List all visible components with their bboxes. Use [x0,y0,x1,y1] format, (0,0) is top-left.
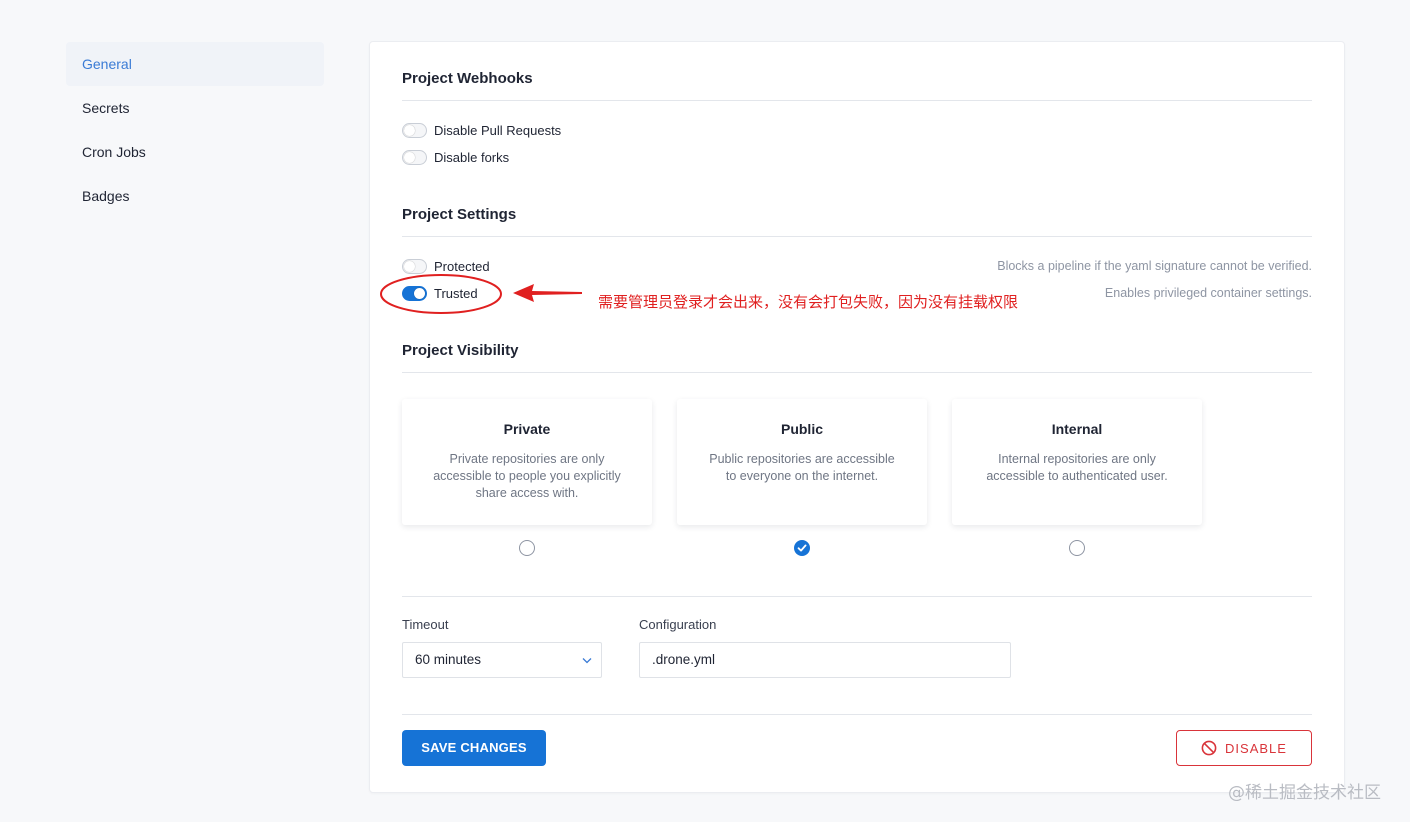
divider [402,100,1312,101]
visibility-public-radio[interactable] [794,540,810,556]
timeout-value: 60 minutes [415,652,482,667]
settings-section-title: Project Settings [402,206,517,223]
disable-button[interactable]: DISABLE [1176,730,1312,766]
disable-forks-toggle[interactable] [402,149,427,165]
check-icon [797,544,807,552]
configuration-input[interactable]: .drone.yml [639,642,1011,678]
disable-forks-row[interactable]: Disable forks [402,148,509,166]
sidebar-item-general[interactable]: General [66,42,324,86]
visibility-internal-radio[interactable] [1069,540,1085,556]
configuration-label: Configuration [639,617,717,632]
visibility-private-description: Private repositories are only accessible… [433,452,621,500]
sidebar-item-cron-jobs[interactable]: Cron Jobs [66,130,324,174]
divider [402,714,1312,715]
settings-card: Project Webhooks Disable Pull Requests D… [369,41,1345,793]
timeout-label: Timeout [402,617,449,632]
visibility-card-private[interactable]: Private Private repositories are only ac… [402,399,652,525]
protected-hint: Blocks a pipeline if the yaml signature … [997,259,1312,273]
timeout-select[interactable]: 60 minutes [402,642,602,678]
disable-button-label: DISABLE [1225,740,1287,756]
divider [402,236,1312,237]
protected-label: Protected [434,258,490,274]
disable-pull-requests-toggle[interactable] [402,122,427,138]
visibility-internal-title: Internal [1051,421,1103,437]
settings-sidebar: General Secrets Cron Jobs Badges [66,42,324,218]
visibility-public-description: Public repositories are accessible to ev… [709,452,895,483]
watermark: @稀土掘金技术社区 [1228,783,1381,803]
block-icon [1201,740,1217,756]
protected-toggle[interactable] [402,258,427,274]
visibility-internal-description: Internal repositories are only accessibl… [986,452,1168,483]
visibility-card-internal[interactable]: Internal Internal repositories are only … [952,399,1202,525]
visibility-private-radio[interactable] [519,540,535,556]
sidebar-item-badges[interactable]: Badges [66,174,324,218]
chevron-down-icon [582,658,592,664]
trusted-hint: Enables privileged container settings. [1104,286,1312,300]
visibility-section-title: Project Visibility [402,342,519,359]
divider [402,372,1312,373]
disable-pull-requests-label: Disable Pull Requests [434,122,562,138]
visibility-card-public[interactable]: Public Public repositories are accessibl… [677,399,927,525]
annotation-ellipse [380,274,502,314]
visibility-private-title: Private [503,421,551,437]
visibility-public-title: Public [780,421,823,437]
disable-forks-label: Disable forks [434,149,510,165]
disable-pull-requests-row[interactable]: Disable Pull Requests [402,121,561,139]
sidebar-item-secrets[interactable]: Secrets [66,86,324,130]
annotation-text: 需要管理员登录才会出来，没有会打包失败，因为没有挂载权限 [598,293,1019,311]
webhooks-section-title: Project Webhooks [402,70,533,87]
annotation-arrow-icon [513,284,582,302]
divider [402,596,1312,597]
save-changes-button[interactable]: SAVE CHANGES [402,730,546,766]
